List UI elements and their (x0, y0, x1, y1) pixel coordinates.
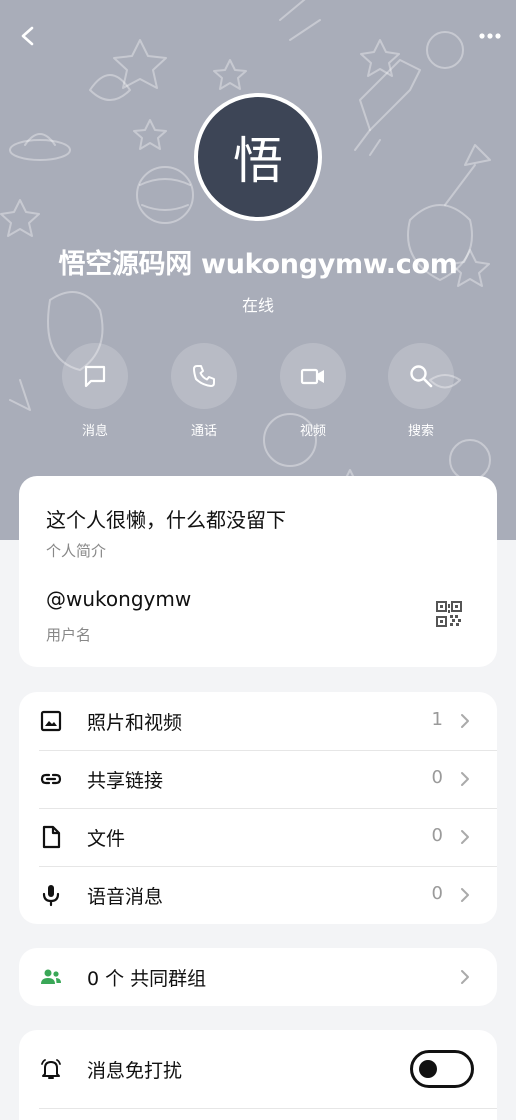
files-label: 文件 (87, 828, 126, 850)
mute-toggle[interactable] (410, 1050, 474, 1088)
call-label: 通话 (190, 424, 217, 439)
common-groups-label: 0 个 共同群组 (87, 968, 207, 990)
video-button[interactable]: 视频 (278, 343, 348, 439)
qr-code-icon (436, 601, 462, 627)
message-button[interactable]: 消息 (60, 343, 130, 439)
video-button-circle[interactable] (280, 343, 346, 409)
search-icon (410, 365, 433, 388)
chevron-left-icon (21, 26, 34, 46)
call-button[interactable]: 通话 (169, 343, 239, 439)
links-label: 共享链接 (87, 770, 164, 792)
mic-icon (42, 885, 60, 907)
message-label: 消息 (81, 424, 108, 439)
chevron-right-icon (461, 772, 469, 786)
voice-label: 语音消息 (87, 886, 164, 908)
chevron-right-icon (461, 830, 469, 844)
avatar-initial: 悟 (233, 132, 283, 190)
divider (39, 1108, 497, 1109)
group-icon (41, 969, 61, 984)
qr-code-button[interactable] (435, 600, 463, 628)
more-dots-icon (479, 33, 501, 39)
toggle-knob (419, 1060, 437, 1078)
back-button[interactable] (14, 22, 42, 50)
more-options-button[interactable] (476, 22, 504, 50)
call-button-circle[interactable] (171, 343, 237, 409)
bio-caption: 个人简介 (46, 542, 107, 560)
video-icon (300, 368, 324, 385)
profile-info-card: 这个人很懒，什么都没留下 个人简介 @wukongymw 用户名 (19, 476, 497, 667)
phone-icon (193, 365, 215, 387)
search-button-circle[interactable] (388, 343, 454, 409)
action-row: 消息 通话 视频 搜索 (0, 343, 516, 443)
message-button-circle[interactable] (62, 343, 128, 409)
message-icon (84, 365, 106, 388)
mute-label: 消息免打扰 (87, 1060, 183, 1082)
files-count: 0 (431, 825, 443, 846)
photos-count: 1 (431, 709, 443, 730)
common-groups-row[interactable]: 0 个 共同群组 (19, 948, 497, 1006)
bell-icon (41, 1059, 61, 1079)
profile-name: 悟空源码网 wukongymw.com (58, 249, 458, 280)
notification-card: 消息免打扰 (19, 1030, 497, 1120)
media-row-photos[interactable]: 照片和视频 1 (19, 692, 497, 750)
profile-header-background: 悟 悟空源码网 wukongymw.com 在线 消息 通话 视频 搜索 (0, 0, 516, 540)
search-label: 搜索 (407, 424, 434, 439)
file-icon (42, 825, 61, 849)
links-count: 0 (431, 767, 443, 788)
media-row-links[interactable]: 共享链接 0 (19, 750, 497, 808)
link-icon (40, 773, 62, 785)
username-caption: 用户名 (46, 626, 92, 644)
chevron-right-icon (461, 970, 469, 984)
video-label: 视频 (299, 424, 326, 439)
avatar[interactable]: 悟 (194, 93, 322, 221)
media-row-files[interactable]: 文件 0 (19, 808, 497, 866)
online-status: 在线 (241, 296, 274, 315)
voice-count: 0 (431, 883, 443, 904)
photos-label: 照片和视频 (87, 712, 183, 734)
bio-text: 这个人很懒，什么都没留下 (46, 508, 286, 532)
image-icon (40, 710, 62, 732)
search-button[interactable]: 搜索 (386, 343, 456, 439)
chevron-right-icon (461, 888, 469, 902)
shared-media-card: 照片和视频 1 共享链接 0 文件 0 语音消息 0 (19, 692, 497, 924)
common-groups-card: 0 个 共同群组 (19, 948, 497, 1006)
username-text[interactable]: @wukongymw (46, 587, 191, 611)
chevron-right-icon (461, 714, 469, 728)
media-row-voice[interactable]: 语音消息 0 (19, 866, 497, 924)
